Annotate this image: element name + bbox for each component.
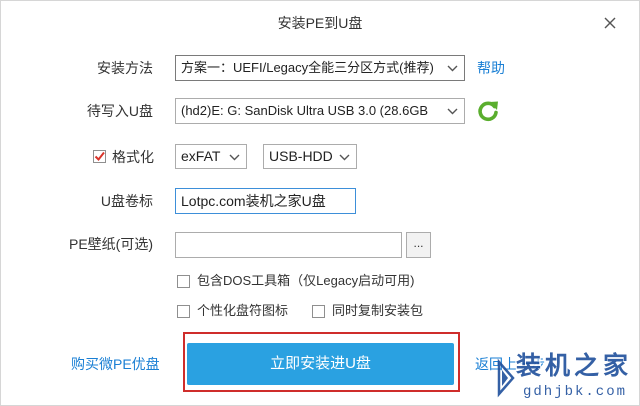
wallpaper-path-input[interactable] (175, 232, 402, 258)
back-link[interactable]: 返回上一步 (475, 354, 545, 374)
volume-label-label: U盘卷标 (100, 193, 153, 209)
install-to-usb-button[interactable]: 立即安装进U盘 (187, 343, 454, 385)
checkmark-icon (94, 151, 105, 162)
target-drive-value: (hd2)E: G: SanDisk Ultra USB 3.0 (28.6GB (181, 103, 429, 118)
refresh-icon (478, 101, 498, 122)
wallpaper-label: PE壁纸(可选) (69, 236, 153, 252)
target-drive-label: 待写入U盘 (86, 103, 153, 119)
copy-installer-label: 同时复制安装包 (332, 303, 424, 318)
custom-drive-icon-label: 个性化盘符图标 (197, 303, 289, 318)
volume-label-value: Lotpc.com装机之家U盘 (181, 193, 326, 209)
chevron-down-icon (447, 108, 458, 115)
close-icon (604, 17, 616, 29)
refresh-drives-button[interactable] (476, 99, 500, 123)
custom-drive-icon-checkbox[interactable] (177, 305, 190, 318)
buy-usb-link[interactable]: 购买微PE优盘 (71, 354, 160, 374)
dos-toolbox-checkbox[interactable] (177, 275, 190, 288)
close-button[interactable] (602, 15, 618, 31)
install-method-select[interactable]: 方案一：UEFI/Legacy全能三分区方式(推荐) (175, 55, 465, 81)
boot-mode-value: USB-HDD (269, 148, 333, 164)
chevron-down-icon (229, 154, 240, 161)
wallpaper-browse-button[interactable]: ... (406, 232, 431, 258)
copy-installer-checkbox[interactable] (312, 305, 325, 318)
filesystem-value: exFAT (181, 148, 221, 164)
chevron-down-icon (447, 65, 458, 72)
install-pe-dialog: 安装PE到U盘 安装方法 方案一：UEFI/Legacy全能三分区方式(推荐) … (0, 0, 640, 406)
dos-toolbox-label: 包含DOS工具箱（仅Legacy启动可用) (197, 273, 415, 288)
boot-mode-select[interactable]: USB-HDD (263, 144, 357, 169)
chevron-down-icon (339, 154, 350, 161)
format-checkbox[interactable] (93, 150, 106, 163)
format-label: 格式化 (112, 149, 154, 165)
install-method-value: 方案一：UEFI/Legacy全能三分区方式(推荐) (181, 60, 434, 75)
filesystem-select[interactable]: exFAT (175, 144, 247, 169)
dialog-title: 安装PE到U盘 (277, 15, 363, 31)
help-link[interactable]: 帮助 (477, 58, 505, 78)
volume-label-input[interactable]: Lotpc.com装机之家U盘 (175, 188, 356, 214)
install-method-label: 安装方法 (97, 60, 153, 76)
watermark-domain: gdhjbk.com (522, 384, 627, 400)
target-drive-select[interactable]: (hd2)E: G: SanDisk Ultra USB 3.0 (28.6GB (175, 98, 465, 124)
